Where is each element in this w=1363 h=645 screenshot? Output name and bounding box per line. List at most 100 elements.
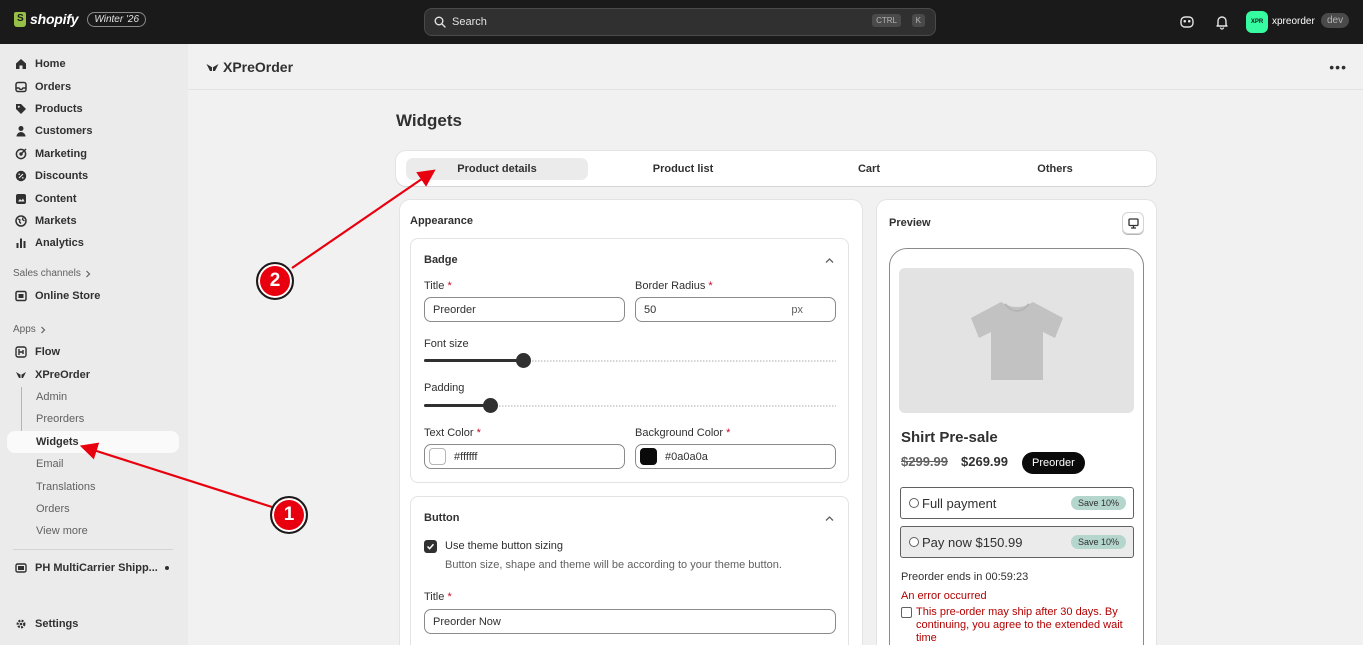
- sidebar-item-markets[interactable]: Markets: [7, 210, 179, 232]
- shirt-icon: [970, 301, 1063, 380]
- text-color-swatch[interactable]: [429, 448, 446, 465]
- chevron-up-icon[interactable]: [825, 514, 834, 523]
- tab-cart[interactable]: Cart: [778, 158, 960, 180]
- badge-title-label: Title *: [424, 280, 452, 292]
- sidebar-item-label: Flow: [35, 346, 61, 358]
- search-placeholder: Search: [452, 16, 487, 28]
- sidebar-item-home[interactable]: Home: [7, 53, 179, 75]
- required-mark: *: [447, 280, 452, 292]
- chevron-right-icon: [40, 326, 46, 333]
- error-text: An error occurred: [901, 590, 987, 602]
- border-radius-value: 50: [644, 303, 657, 316]
- badge-section: Badge Title * Preorder Border Radius * 5…: [410, 238, 849, 483]
- annotation-marker-2: 2: [256, 262, 294, 300]
- payment-option-partial[interactable]: Pay now $150.99 Save 10%: [900, 526, 1134, 558]
- sidebar-item-label: Customers: [35, 125, 93, 137]
- radio-button[interactable]: [909, 498, 919, 508]
- sidebar-sub-preorders[interactable]: Preorders: [7, 408, 179, 430]
- sidebar-item-flow[interactable]: Flow: [7, 341, 179, 363]
- sidebar-sub-admin[interactable]: Admin: [7, 386, 179, 408]
- top-bar: shopify Winter '26 Search CTRL K XPR xpr…: [0, 0, 1363, 44]
- sidebar-item-label: Markets: [35, 215, 77, 227]
- bg-color-value: #0a0a0a: [665, 450, 708, 463]
- bell-icon[interactable]: [1214, 14, 1230, 30]
- xpreorder-icon: [16, 372, 26, 379]
- target-icon: [15, 148, 27, 160]
- sidebar-item-label: XPreOrder: [35, 369, 91, 381]
- label-text: Text Color: [424, 427, 474, 439]
- tab-product-list[interactable]: Product list: [592, 158, 774, 180]
- payment-option-full[interactable]: Full payment Save 10%: [900, 487, 1134, 519]
- consent-checkbox[interactable]: [901, 607, 912, 618]
- countdown-text: Preorder ends in 00:59:23: [901, 571, 1029, 583]
- sidebar-item-label: Marketing: [35, 148, 87, 160]
- sidebar-item-label: PH MultiCarrier Shipp...: [35, 562, 158, 574]
- app-icon: [15, 563, 27, 573]
- label-text: Title: [424, 280, 445, 292]
- sidekick-icon[interactable]: [1179, 14, 1195, 30]
- shopify-logo[interactable]: shopify Winter '26: [14, 11, 147, 27]
- payment-option-label: Full payment: [922, 495, 997, 511]
- xpreorder-logo-icon: [206, 63, 219, 71]
- chevron-up-icon[interactable]: [825, 256, 834, 265]
- theme-sizing-checkbox[interactable]: [424, 540, 437, 553]
- sidebar-sub-email[interactable]: Email: [7, 453, 179, 475]
- save-badge: Save 10%: [1070, 496, 1126, 510]
- apps-label[interactable]: Apps: [13, 324, 46, 335]
- slider-fill: [424, 359, 523, 362]
- border-radius-label: Border Radius *: [635, 280, 713, 292]
- font-size-slider[interactable]: [424, 353, 836, 368]
- inbox-icon: [15, 81, 27, 93]
- appearance-title: Appearance: [410, 215, 473, 227]
- sidebar-sub-orders[interactable]: Orders: [7, 498, 179, 520]
- gear-icon: [16, 619, 26, 629]
- store-avatar[interactable]: XPR: [1246, 11, 1268, 33]
- bg-color-swatch[interactable]: [640, 448, 657, 465]
- button-title-input[interactable]: Preorder Now: [424, 609, 836, 634]
- slider-thumb[interactable]: [483, 398, 498, 413]
- sidebar-item-marketing[interactable]: Marketing: [7, 143, 179, 165]
- sidebar-sub-view-more[interactable]: View more: [7, 520, 179, 542]
- text-color-input[interactable]: #ffffff: [424, 444, 625, 469]
- sidebar-sub-translations[interactable]: Translations: [7, 476, 179, 498]
- badge-section-title: Badge: [424, 254, 458, 266]
- border-radius-input[interactable]: 50 px: [635, 297, 836, 322]
- preorder-badge: Preorder: [1022, 452, 1085, 474]
- sales-channels-label[interactable]: Sales channels: [13, 268, 91, 279]
- consent-text: This pre-order may ship after 30 days. B…: [916, 606, 1123, 644]
- font-size-label: Font size: [424, 338, 469, 350]
- slider-thumb[interactable]: [516, 353, 531, 368]
- more-actions-button[interactable]: •••: [1329, 59, 1347, 75]
- sidebar-item-label: Content: [35, 193, 77, 205]
- search-bar[interactable]: Search CTRL K: [424, 8, 936, 36]
- sidebar-item-analytics[interactable]: Analytics: [7, 232, 179, 254]
- sale-price: $269.99: [961, 454, 1008, 469]
- sidebar-item-products[interactable]: Products: [7, 98, 179, 120]
- sidebar-item-label: Settings: [35, 618, 79, 630]
- sidebar-item-label: Home: [35, 58, 66, 70]
- tab-others[interactable]: Others: [964, 158, 1146, 180]
- sidebar-sub-widgets[interactable]: Widgets: [7, 431, 179, 453]
- device-toggle-button[interactable]: [1122, 212, 1144, 234]
- consent-row: This pre-order may ship after 30 days. B…: [901, 606, 1136, 645]
- sidebar-item-label: Analytics: [35, 237, 84, 249]
- store-name[interactable]: xpreorder: [1272, 16, 1315, 27]
- section-label-text: Sales channels: [13, 268, 81, 279]
- sidebar-item-ph-multicarrier[interactable]: PH MultiCarrier Shipp...: [7, 557, 179, 579]
- product-title: Shirt Pre-sale: [901, 429, 998, 446]
- sidebar-divider: [13, 549, 173, 550]
- bg-color-input[interactable]: #0a0a0a: [635, 444, 836, 469]
- sidebar-item-customers[interactable]: Customers: [7, 120, 179, 142]
- tab-product-details[interactable]: Product details: [406, 158, 588, 180]
- sidebar-item-settings[interactable]: Settings: [7, 613, 179, 635]
- sidebar-item-orders[interactable]: Orders: [7, 76, 179, 98]
- sidebar-item-discounts[interactable]: Discounts: [7, 165, 179, 187]
- sidebar-item-label: Discounts: [35, 170, 89, 182]
- radio-button[interactable]: [909, 537, 919, 547]
- sidebar-item-xpreorder[interactable]: XPreOrder: [7, 364, 179, 386]
- sidebar-item-content[interactable]: Content: [7, 188, 179, 210]
- badge-title-input[interactable]: Preorder: [424, 297, 625, 322]
- flow-icon: [15, 346, 27, 358]
- padding-slider[interactable]: [424, 398, 836, 413]
- sidebar-item-online-store[interactable]: Online Store: [7, 285, 179, 307]
